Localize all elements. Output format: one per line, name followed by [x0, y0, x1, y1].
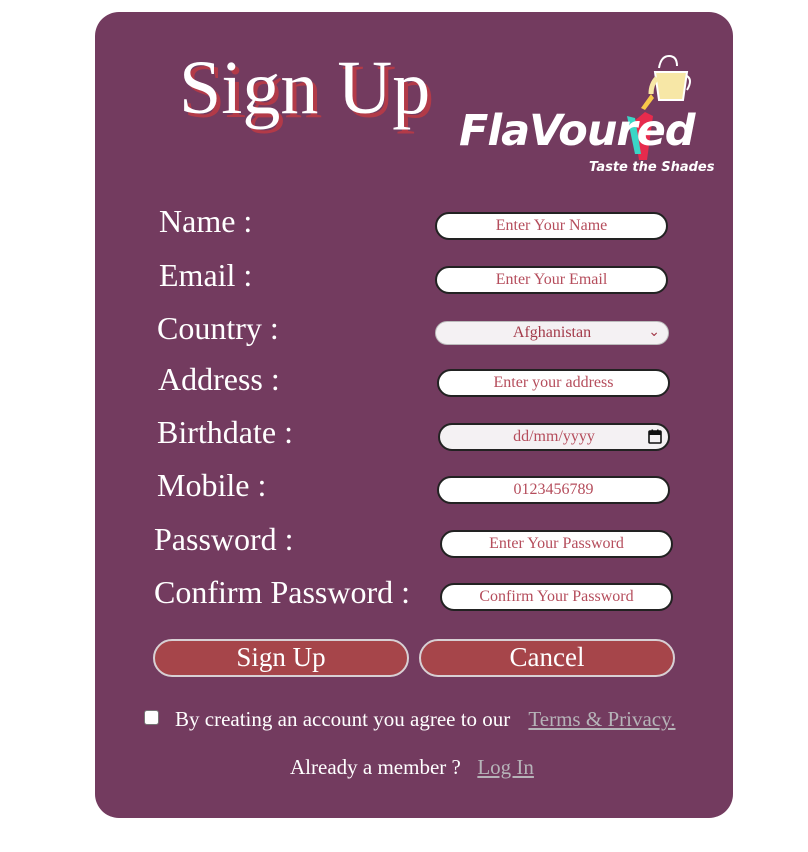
- logo-wordmark: FlaVoured: [459, 106, 696, 156]
- confirm-password-label: Confirm Password :: [154, 574, 410, 610]
- cancel-button[interactable]: Cancel: [419, 639, 675, 677]
- name-input[interactable]: Enter Your Name: [435, 212, 668, 240]
- page-title: Sign Up: [179, 46, 431, 130]
- address-input[interactable]: Enter your address: [437, 369, 670, 397]
- login-link[interactable]: Log In: [477, 755, 534, 779]
- birthdate-placeholder: dd/mm/yyyy: [513, 428, 595, 445]
- address-label: Address :: [158, 361, 280, 397]
- birthdate-label: Birthdate :: [157, 414, 293, 450]
- country-label: Country :: [157, 310, 279, 346]
- country-select-value: Afghanistan: [512, 324, 592, 341]
- confirm-password-input[interactable]: Confirm Your Password: [440, 583, 673, 611]
- email-label: Email :: [159, 257, 253, 293]
- terms-agreement: By creating an account you agree to our …: [175, 709, 675, 730]
- terms-privacy-link[interactable]: Terms & Privacy.: [528, 707, 675, 731]
- email-input[interactable]: Enter Your Email: [435, 266, 668, 294]
- chevron-down-icon: ⌄: [648, 325, 660, 340]
- calendar-icon[interactable]: [648, 429, 662, 444]
- password-label: Password :: [154, 521, 294, 557]
- flavoured-logo: FlaVoured Taste the Shades: [455, 50, 714, 184]
- sign-up-button[interactable]: Sign Up: [153, 639, 409, 677]
- name-label: Name :: [159, 203, 253, 239]
- password-input[interactable]: Enter Your Password: [440, 530, 673, 558]
- login-prompt: Already a member ? Log In: [290, 757, 534, 778]
- login-prompt-text: Already a member ?: [290, 755, 461, 779]
- signup-card: Sign Up FlaVoured Taste the Shades Name …: [95, 12, 733, 818]
- country-select[interactable]: Afghanistan ⌄: [435, 321, 669, 345]
- birthdate-input[interactable]: dd/mm/yyyy: [438, 423, 670, 451]
- mobile-input[interactable]: 0123456789: [437, 476, 670, 504]
- terms-agreement-text: By creating an account you agree to our: [175, 707, 511, 731]
- terms-checkbox[interactable]: [144, 710, 159, 725]
- mobile-label: Mobile :: [157, 467, 267, 503]
- logo-tagline: Taste the Shades: [589, 160, 715, 175]
